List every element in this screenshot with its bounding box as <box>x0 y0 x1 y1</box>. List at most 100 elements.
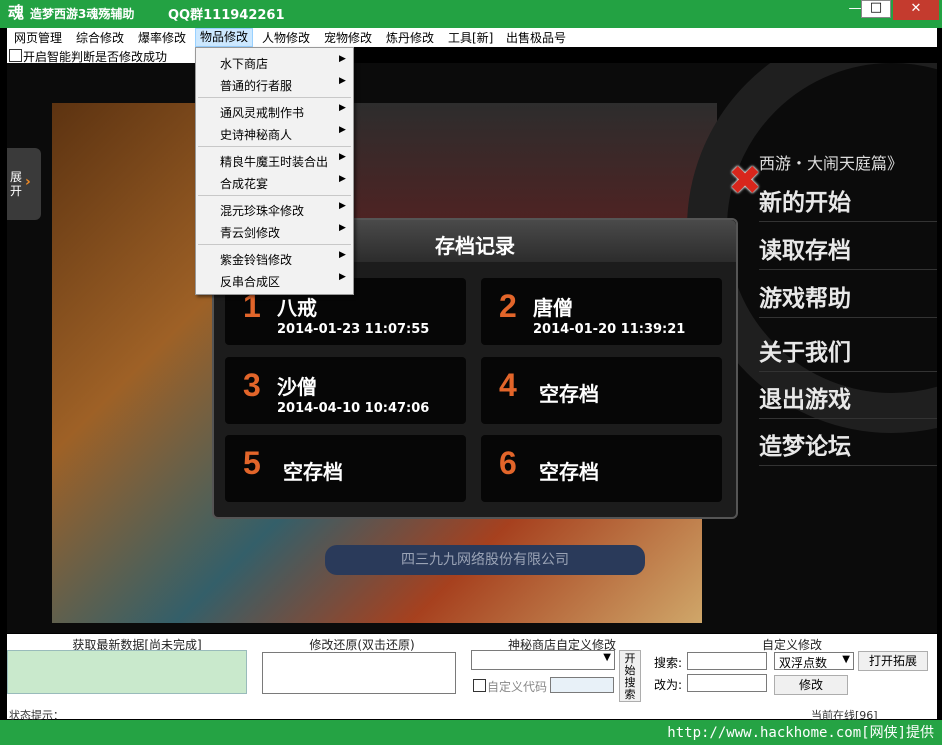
slot-name: 八戒 <box>277 296 317 320</box>
game-menu-forum[interactable]: 造梦论坛 <box>759 427 937 466</box>
dropdown-item[interactable]: 青云剑修改 ▶ <box>196 220 353 242</box>
slot-name: 空存档 <box>283 460 343 484</box>
dropdown-item[interactable]: 普通的行者服 ▶ <box>196 73 353 95</box>
window-title: 造梦西游3魂殇辅助 <box>30 7 135 21</box>
restore-list[interactable] <box>262 652 456 694</box>
dropdown-item[interactable]: 水下商店 ▶ <box>196 51 353 73</box>
menu-character-modify[interactable]: 人物修改 <box>258 30 314 46</box>
dropdown-item-label: 通风灵戒制作书 <box>220 106 305 120</box>
submenu-arrow-icon: ▶ <box>339 76 346 86</box>
open-extension-button[interactable]: 打开拓展 <box>858 651 928 671</box>
submenu-arrow-icon: ▶ <box>339 223 346 233</box>
dropdown-item[interactable]: 紫金铃铛修改 ▶ <box>196 247 353 269</box>
game-menu-exit[interactable]: 退出游戏 <box>759 380 937 419</box>
submenu-arrow-icon: ▶ <box>339 272 346 282</box>
submenu-arrow-icon: ▶ <box>339 201 346 211</box>
menu-droprate-modify[interactable]: 爆率修改 <box>134 30 190 46</box>
status-bar: 状态提示： 当前在线[96] <box>7 707 937 722</box>
company-label: 四三九九网络股份有限公司 <box>325 545 645 575</box>
slot-number: 6 <box>499 445 517 481</box>
save-slot[interactable]: 6 空存档 <box>481 435 722 502</box>
submenu-arrow-icon: ▶ <box>339 250 346 260</box>
dropdown-item-label: 紫金铃铛修改 <box>220 253 293 267</box>
slot-date: 2014-01-20 11:39:21 <box>533 322 686 337</box>
change-to-input[interactable] <box>687 674 767 692</box>
slot-name: 空存档 <box>539 460 599 484</box>
slot-name: 空存档 <box>539 382 599 406</box>
game-viewport[interactable]: 展开 › ✖ 西游・大闹天庭篇》 新的开始 读取存档 游戏帮助 关于我们 退出游… <box>7 63 937 633</box>
slot-date: 2014-01-23 11:07:55 <box>277 322 430 337</box>
slot-number: 4 <box>499 367 517 403</box>
save-slot[interactable]: 2 唐僧 2014-01-20 11:39:21 <box>481 278 722 345</box>
divider <box>198 97 351 98</box>
dropdown-item-label: 精良牛魔王时装合出 <box>220 155 329 169</box>
watermark-bar: http://www.hackhome.com[网侠]提供 <box>0 720 942 745</box>
game-menu-help[interactable]: 游戏帮助 <box>759 279 937 318</box>
menu-pet-modify[interactable]: 宠物修改 <box>320 30 376 46</box>
value-type-value: 双浮点数 <box>779 656 828 670</box>
chevron-down-icon: ▼ <box>842 654 850 665</box>
latest-data-box[interactable] <box>7 650 247 694</box>
start-search-button[interactable]: 开始搜索 <box>619 650 641 702</box>
custom-modify-label: 自定义修改 <box>761 638 822 652</box>
watermark-text: http://www.hackhome.com[网侠]提供 <box>667 725 934 741</box>
menu-alchemy-modify[interactable]: 炼丹修改 <box>382 30 438 46</box>
qq-group-label: QQ群111942261 <box>168 8 285 23</box>
dropdown-item[interactable]: 精良牛魔王时装合出 ▶ <box>196 149 353 171</box>
save-slot[interactable]: 5 空存档 <box>225 435 466 502</box>
save-slot[interactable]: 3 沙僧 2014-04-10 10:47:06 <box>225 357 466 424</box>
game-menu-load-save[interactable]: 读取存档 <box>759 231 937 270</box>
menu-sell-account[interactable]: 出售极品号 <box>502 30 570 46</box>
submenu-arrow-icon: ▶ <box>339 54 346 64</box>
value-type-select[interactable]: 双浮点数 ▼ <box>774 652 854 670</box>
dropdown-item-label: 青云剑修改 <box>220 226 281 240</box>
item-modify-dropdown: 水下商店 ▶ 普通的行者服 ▶ 通风灵戒制作书 ▶ 史诗神秘商人 ▶ 精良牛魔王时装合出… <box>195 47 354 295</box>
mystery-shop-select[interactable]: ▼ <box>471 650 615 670</box>
custom-code-checkbox[interactable] <box>473 679 486 692</box>
app-icon: 魂 <box>7 3 24 22</box>
divider <box>198 195 351 196</box>
dropdown-item[interactable]: 反串合成区 ▶ <box>196 269 353 291</box>
close-icon[interactable]: ✕ <box>893 0 939 20</box>
modify-button[interactable]: 修改 <box>774 675 848 695</box>
smart-check-checkbox[interactable] <box>9 49 22 62</box>
dropdown-item[interactable]: 混元珍珠伞修改 ▶ <box>196 198 353 220</box>
slot-date: 2014-04-10 10:47:06 <box>277 401 430 416</box>
dropdown-item-label: 水下商店 <box>220 57 269 71</box>
dropdown-item[interactable]: 通风灵戒制作书 ▶ <box>196 100 353 122</box>
chevron-down-icon: ▼ <box>603 652 611 663</box>
submenu-arrow-icon: ▶ <box>339 152 346 162</box>
slot-number: 2 <box>499 288 517 324</box>
title-bar: 魂 造梦西游3魂殇辅助 QQ群111942261 — □ ✕ <box>0 0 942 28</box>
dropdown-item[interactable]: 合成花宴 ▶ <box>196 171 353 193</box>
divider <box>198 244 351 245</box>
game-subtitle: 西游・大闹天庭篇》 <box>759 154 904 173</box>
search-label: 搜索: <box>654 656 683 670</box>
expand-panel-button[interactable]: 展开 › <box>7 148 41 220</box>
dropdown-item-label: 史诗神秘商人 <box>220 128 293 142</box>
game-menu-about[interactable]: 关于我们 <box>759 333 937 372</box>
divider <box>198 146 351 147</box>
expand-label: 展开 <box>10 170 23 198</box>
save-slot[interactable]: 4 空存档 <box>481 357 722 424</box>
slot-number: 5 <box>243 445 261 481</box>
custom-code-input[interactable] <box>550 677 614 693</box>
dropdown-item-label: 反串合成区 <box>220 275 281 289</box>
menu-bar: 网页管理 综合修改 爆率修改 物品修改 人物修改 宠物修改 炼丹修改 工具[新]… <box>7 28 937 47</box>
slot-number: 3 <box>243 367 261 403</box>
dropdown-item-label: 混元珍珠伞修改 <box>220 204 305 218</box>
smart-check-row: 开启智能判断是否修改成功 <box>7 47 197 64</box>
search-input[interactable] <box>687 652 767 670</box>
menu-item-modify[interactable]: 物品修改 <box>195 28 254 47</box>
menu-general-modify[interactable]: 综合修改 <box>72 30 128 46</box>
dropdown-item-label: 普通的行者服 <box>220 79 293 93</box>
custom-code-label: 自定义代码 <box>487 680 548 694</box>
game-menu-new-game[interactable]: 新的开始 <box>759 183 937 222</box>
change-to-label: 改为: <box>654 678 683 692</box>
dropdown-item[interactable]: 史诗神秘商人 ▶ <box>196 122 353 144</box>
menu-web-manage[interactable]: 网页管理 <box>10 30 66 46</box>
submenu-arrow-icon: ▶ <box>339 103 346 113</box>
slot-name: 沙僧 <box>277 375 317 399</box>
menu-tools[interactable]: 工具[新] <box>444 30 497 46</box>
maximize-icon[interactable]: □ <box>861 0 891 18</box>
